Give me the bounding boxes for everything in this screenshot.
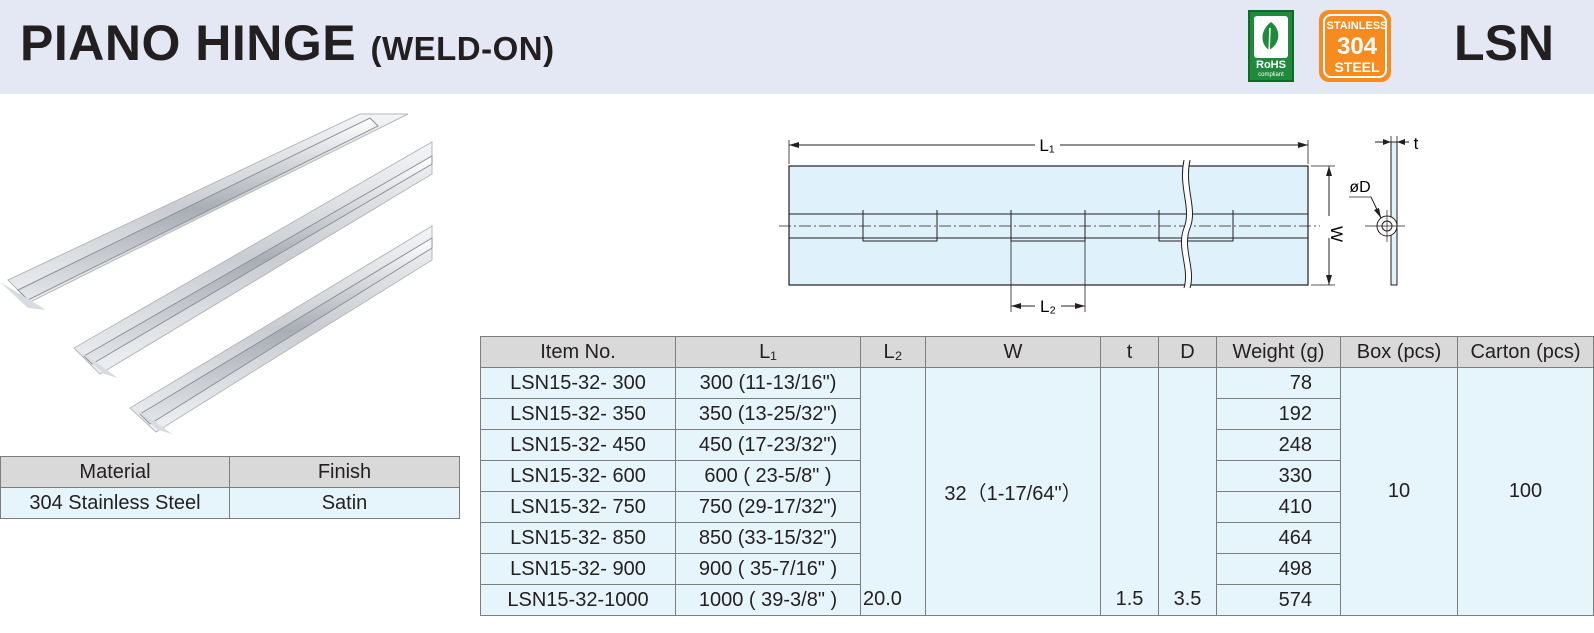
t-label: t (1414, 134, 1419, 153)
ss-line3: STEEL (1334, 59, 1380, 75)
spec-header-row: Item No. L₁ L₂ W t D Weight (g) Box (pcs… (480, 336, 1594, 368)
l2-label: L₂ (1040, 297, 1056, 316)
col-d: D (1158, 336, 1217, 368)
rohs-sub-label: compliant (1258, 72, 1284, 78)
l1-label: L₁ (1039, 136, 1054, 155)
rohs-badge: RoHS compliant (1248, 10, 1294, 82)
l2-cell: 20.0 (860, 367, 926, 616)
material-table: Material Finish 304 Stainless Steel Sati… (0, 456, 460, 519)
l1-cell: 350 (13-25/32") (675, 398, 861, 430)
material-cell: 304 Stainless Steel (0, 487, 230, 519)
l1-cell: 300 (11-13/16") (675, 367, 861, 399)
weight-cell: 574 (1216, 584, 1341, 616)
weight-cell: 192 (1216, 398, 1341, 430)
l1-cell: 450 (17-23/32") (675, 429, 861, 461)
item-cell: LSN15-32- 750 (480, 491, 676, 523)
col-box: Box (pcs) (1340, 336, 1458, 368)
item-cell: LSN15-32- 850 (480, 522, 676, 554)
weight-cell: 78 (1216, 367, 1341, 399)
col-weight: Weight (g) (1216, 336, 1341, 368)
item-cell: LSN15-32- 450 (480, 429, 676, 461)
box-cell: 10 (1340, 367, 1458, 616)
weight-cell: 498 (1216, 553, 1341, 585)
l1-cell: 600 ( 23-5/8" ) (675, 460, 861, 492)
leaf-icon (1254, 16, 1288, 58)
col-l2: L₂ (860, 336, 926, 368)
col-carton: Carton (pcs) (1457, 336, 1594, 368)
item-cell: LSN15-32- 350 (480, 398, 676, 430)
item-cell: LSN15-32- 600 (480, 460, 676, 492)
material-header-row: Material Finish (0, 456, 460, 488)
table-row: LSN15-32- 300 300 (11-13/16") 20.0 32（1-… (480, 367, 1594, 616)
finish-cell: Satin (229, 487, 460, 519)
item-cell: LSN15-32- 900 (480, 553, 676, 585)
product-photo (0, 113, 433, 434)
spec-table: Item No. L₁ L₂ W t D Weight (g) Box (pcs… (480, 336, 1594, 616)
l1-cell: 1000 ( 39-3/8" ) (675, 584, 861, 616)
rohs-label: RoHS (1256, 59, 1286, 71)
item-cell: LSN15-32-1000 (480, 584, 676, 616)
t-cell: 1.5 (1100, 367, 1159, 616)
d-cell: 3.5 (1158, 367, 1217, 616)
col-l1: L₁ (675, 336, 861, 368)
header-bar: PIANO HINGE (WELD-ON) RoHS compliant STA… (0, 0, 1594, 94)
weight-cell: 330 (1216, 460, 1341, 492)
d-label: øD (1349, 179, 1370, 196)
title-main: PIANO HINGE (20, 15, 357, 71)
series-code: LSN (1454, 15, 1554, 71)
w-cell: 32（1-17/64"） (925, 367, 1101, 616)
page-title: PIANO HINGE (WELD-ON) (20, 14, 555, 72)
l1-cell: 850 (33-15/32") (675, 522, 861, 554)
l1-cell: 750 (29-17/32") (675, 491, 861, 523)
weight-cell: 248 (1216, 429, 1341, 461)
stainless-304-badge: STAINLESS 304 STEEL (1319, 10, 1391, 82)
col-w: W (925, 336, 1101, 368)
ss-line1: STAINLESS (1326, 20, 1388, 32)
title-sub: (WELD-ON) (370, 30, 555, 67)
weight-cell: 464 (1216, 522, 1341, 554)
w-label: W (1327, 226, 1346, 242)
material-header: Material (0, 456, 230, 488)
item-cell: LSN15-32- 300 (480, 367, 676, 399)
weight-cell: 410 (1216, 491, 1341, 523)
ss-line2: 304 (1336, 33, 1378, 60)
col-item: Item No. (480, 336, 676, 368)
material-row: 304 Stainless Steel Satin (0, 487, 460, 519)
l1-cell: 900 ( 35-7/16" ) (675, 553, 861, 585)
dimension-drawing: L₁ L₂ W øD t (779, 134, 1419, 316)
finish-header: Finish (229, 456, 460, 488)
carton-cell: 100 (1457, 367, 1594, 616)
ss-frame: STAINLESS 304 STEEL (1323, 14, 1387, 78)
col-t: t (1100, 336, 1159, 368)
